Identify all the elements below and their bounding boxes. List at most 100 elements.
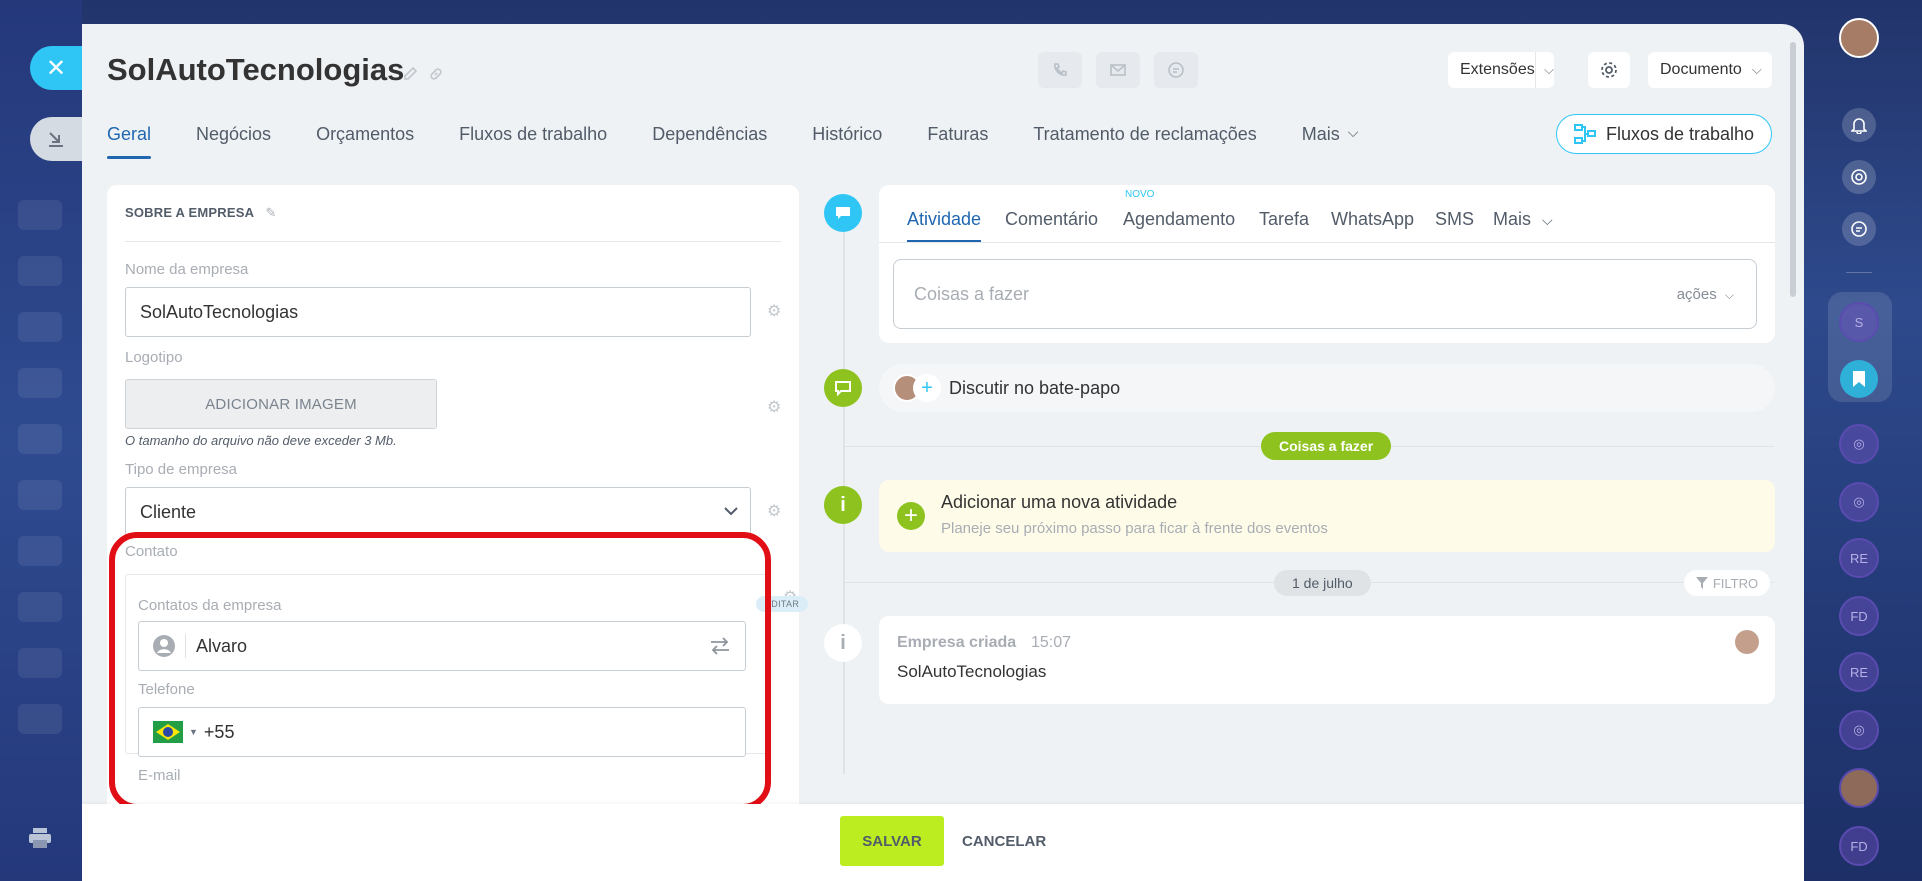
author-avatar[interactable] <box>1735 630 1759 654</box>
company-type-label: Tipo de empresa <box>125 461 238 478</box>
divider <box>125 241 781 242</box>
sidebar-item-fd-2[interactable]: FD <box>1839 826 1879 866</box>
phone-input[interactable]: ▼ +55 <box>138 707 746 757</box>
company-name-input[interactable]: SolAutoTecnologias <box>125 287 751 337</box>
tab-historico[interactable]: Histórico <box>812 124 882 164</box>
new-activity-prompt[interactable]: + Adicionar uma nova atividade Planeje s… <box>879 480 1775 552</box>
bell-icon <box>1851 118 1867 134</box>
activity-tab-atividade[interactable]: Atividade <box>907 209 981 230</box>
activity-tab-agendamento[interactable]: Agendamento <box>1123 209 1235 230</box>
info-icon: i <box>824 486 862 524</box>
filter-button[interactable]: FILTRO <box>1684 570 1770 596</box>
company-type-select[interactable]: Cliente <box>125 487 751 537</box>
activity-tab-sms[interactable]: SMS <box>1435 209 1474 230</box>
timeline-chat-dot <box>824 369 862 407</box>
event-title: Empresa criada <box>897 634 1017 651</box>
sidebar-item-re[interactable]: RE <box>1839 538 1879 578</box>
date-pill: 1 de julho <box>1274 570 1371 596</box>
todo-section-pill: Coisas a fazer <box>1261 432 1392 460</box>
save-button[interactable]: SALVAR <box>840 816 944 866</box>
new-badge: NOVO <box>1125 189 1155 200</box>
tab-orcamentos[interactable]: Orçamentos <box>316 124 414 164</box>
settings-button[interactable] <box>1588 52 1630 88</box>
sidebar-item-chat-2[interactable]: ◎ <box>1839 482 1879 522</box>
event-time: 15:07 <box>1031 634 1072 651</box>
tab-negocios[interactable]: Negócios <box>196 124 271 164</box>
discuss-chat-row[interactable]: + Discutir no bate-papo <box>879 364 1775 412</box>
email-button[interactable] <box>1096 52 1140 88</box>
actions-label: ações <box>1676 286 1717 303</box>
workflows-button[interactable]: Fluxos de trabalho <box>1556 114 1772 154</box>
tab-mais[interactable]: Mais ⌵ <box>1302 124 1359 164</box>
add-circle-icon[interactable]: + <box>897 502 925 530</box>
field-settings-icon[interactable]: ⚙ <box>767 301 781 321</box>
bookmark-button[interactable] <box>1840 360 1878 398</box>
chat-sync-icon <box>1168 62 1184 78</box>
call-button[interactable] <box>1038 52 1082 88</box>
close-slider-button[interactable]: ✕ <box>30 46 82 90</box>
tab-faturas[interactable]: Faturas <box>927 124 988 164</box>
sidebar-item-fd[interactable]: FD <box>1839 596 1879 636</box>
link-icon[interactable] <box>428 66 444 82</box>
activity-tab-mais[interactable]: Mais ⌵ <box>1493 209 1553 230</box>
edit-section-icon[interactable]: ✎ <box>266 205 277 220</box>
filter-icon <box>1695 577 1708 589</box>
printer-icon[interactable] <box>28 828 52 848</box>
chat-sync-button[interactable] <box>1842 212 1876 246</box>
activity-tab-comentario[interactable]: Comentário <box>1005 209 1098 230</box>
swap-icon[interactable] <box>709 636 731 656</box>
field-settings-icon[interactable]: ⚙ <box>767 397 781 417</box>
edit-title-icon[interactable] <box>402 66 418 82</box>
background-blocks <box>18 200 62 760</box>
chat-button[interactable] <box>1154 52 1198 88</box>
caret-down-icon[interactable]: ▼ <box>189 727 198 737</box>
section-title-text: SOBRE A EMPRESA <box>125 205 254 220</box>
activity-tab-whatsapp[interactable]: WhatsApp <box>1331 209 1414 230</box>
sidebar-avatar[interactable] <box>1839 768 1879 808</box>
new-activity-title: Adicionar uma nova atividade <box>941 492 1178 512</box>
scrollbar[interactable] <box>1790 42 1796 297</box>
tab-dependencias[interactable]: Dependências <box>652 124 767 164</box>
contact-input[interactable]: Alvaro <box>138 621 746 671</box>
person-icon <box>153 635 175 657</box>
add-participant-icon[interactable]: + <box>913 374 941 402</box>
field-settings-icon[interactable]: ⚙ <box>767 501 781 521</box>
brazil-flag-icon[interactable] <box>153 721 183 743</box>
user-avatar[interactable] <box>1839 18 1879 58</box>
activity-editor-card: Atividade Comentário Agendamento NOVO Ta… <box>879 185 1775 343</box>
todo-input[interactable]: Coisas a fazer ações ⌵ <box>893 259 1757 329</box>
edit-badge[interactable]: EDITAR <box>756 596 809 612</box>
add-image-button[interactable]: ADICIONAR IMAGEM <box>125 379 437 429</box>
document-button[interactable]: Documento ⌵ <box>1648 52 1772 88</box>
actions-dropdown[interactable]: ações ⌵ <box>1677 286 1734 303</box>
activity-tab-tarefa[interactable]: Tarefa <box>1259 209 1309 230</box>
sidebar-item-re-2[interactable]: RE <box>1839 652 1879 692</box>
minimize-slider-button[interactable] <box>30 117 82 161</box>
divider <box>879 242 1775 243</box>
company-name-label: Nome da empresa <box>125 261 249 278</box>
tab-mais-label: Mais <box>1301 124 1340 144</box>
sidebar-item-chat-1[interactable]: ◎ <box>1839 424 1879 464</box>
file-size-note: O tamanho do arquivo não deve exceder 3 … <box>125 433 397 448</box>
extensions-button[interactable]: Extensões ⌵ <box>1448 52 1554 88</box>
sidebar-divider <box>1846 272 1872 273</box>
info-outline-icon: i <box>824 624 862 662</box>
chevron-down-icon[interactable]: ⌵ <box>1535 62 1554 78</box>
tab-geral[interactable]: Geral <box>107 124 152 164</box>
tab-reclamacoes[interactable]: Tratamento de reclamações <box>1033 124 1256 164</box>
sidebar-item-chat-3[interactable]: ◎ <box>1839 710 1879 750</box>
sidebar-item-s[interactable]: S <box>1839 302 1879 342</box>
chevron-down-icon: ⌵ <box>1724 288 1734 302</box>
page-title: SolAutoTecnologias <box>107 52 405 87</box>
chat-label: Discutir no bate-papo <box>949 378 1121 398</box>
tab-fluxos[interactable]: Fluxos de trabalho <box>459 124 607 164</box>
workflow-icon <box>1573 124 1596 144</box>
title-icons <box>402 66 444 82</box>
timeline-comment-dot <box>824 194 862 232</box>
goals-button[interactable] <box>1842 160 1876 194</box>
company-details-card: SOBRE A EMPRESA ✎ Nome da empresa SolAut… <box>107 185 799 881</box>
minimize-icon <box>49 132 63 147</box>
notifications-button[interactable] <box>1842 108 1876 142</box>
chat-sync-icon: ◎ <box>1853 436 1865 451</box>
cancel-button[interactable]: CANCELAR <box>962 816 1046 866</box>
